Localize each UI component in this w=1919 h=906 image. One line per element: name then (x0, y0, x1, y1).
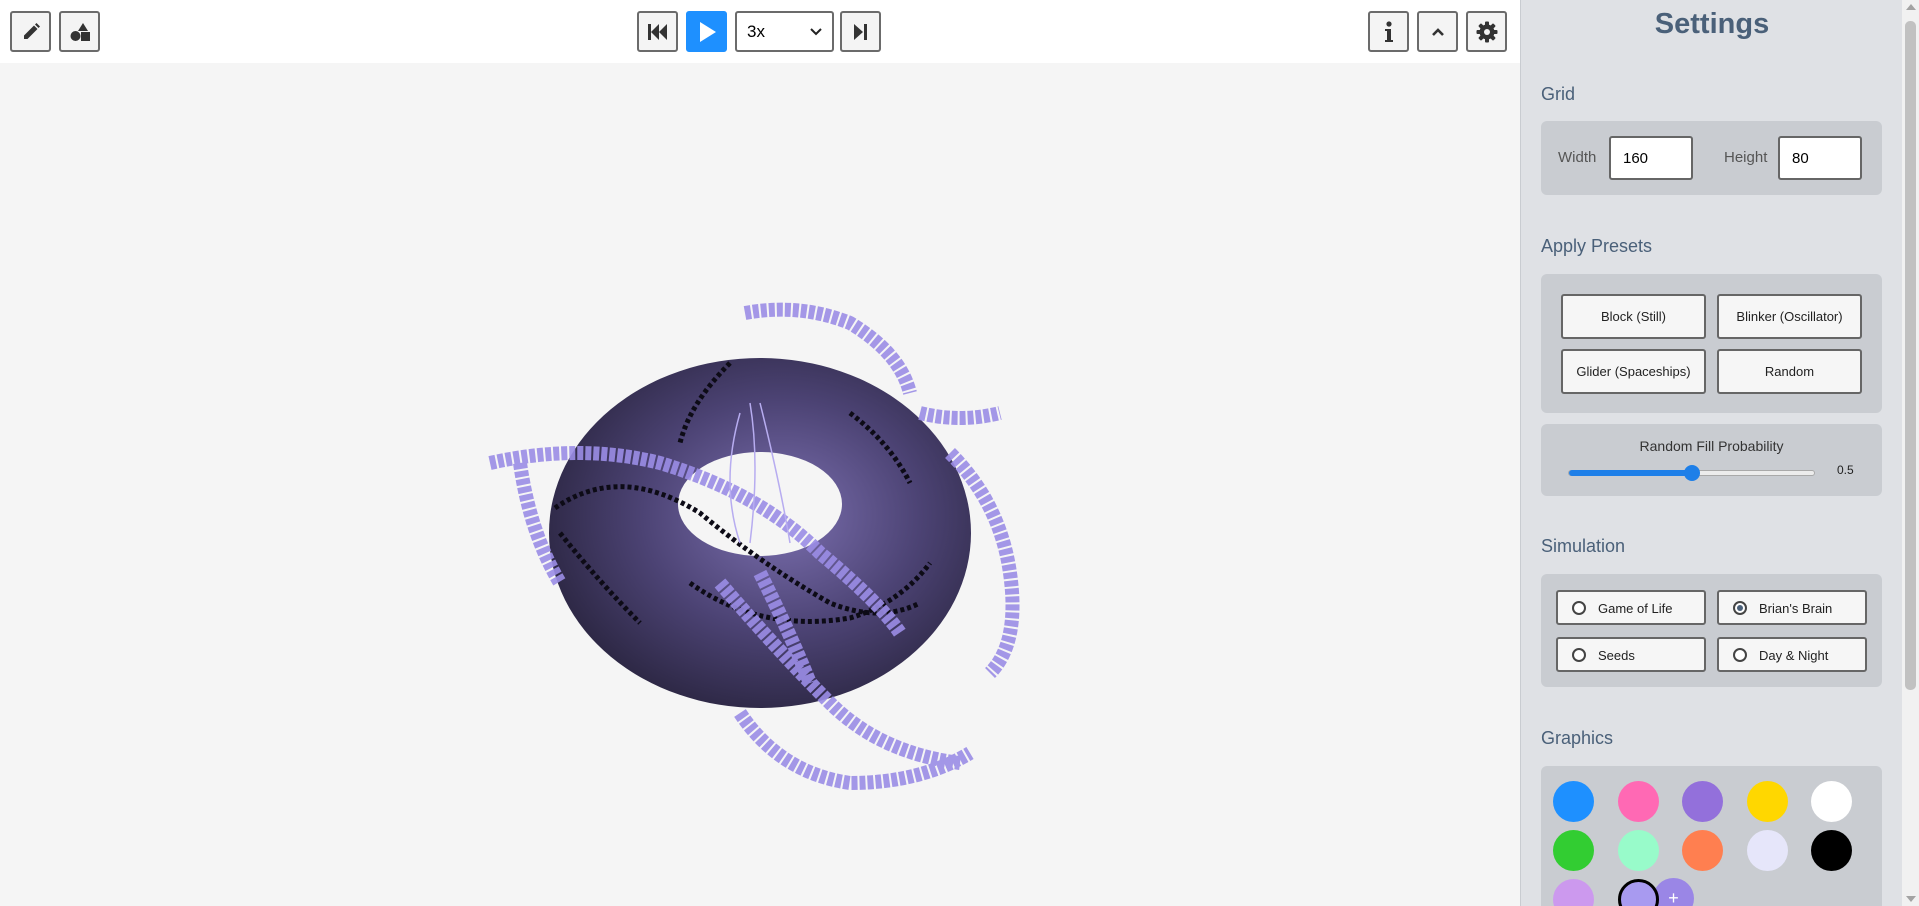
info-icon (1384, 20, 1393, 42)
add-color-button[interactable]: + (1653, 878, 1694, 906)
color-swatch-periwinkle[interactable] (1617, 879, 1659, 906)
presets-card: Block (Still) Blinker (Oscillator) Glide… (1541, 274, 1882, 413)
slider-thumb[interactable] (1683, 465, 1700, 481)
radio-circle (1572, 648, 1586, 662)
preset-glider-button[interactable]: Glider (Spaceships) (1561, 349, 1706, 394)
random-fill-value: 0.5 (1837, 463, 1854, 477)
preset-blinker-button[interactable]: Blinker (Oscillator) (1717, 294, 1862, 339)
top-toolbar: 3x (0, 0, 1520, 63)
reset-button[interactable] (637, 11, 678, 52)
shapes-button[interactable] (59, 11, 100, 52)
speed-value: 3x (747, 21, 765, 41)
chevron-down-icon (810, 27, 822, 35)
pencil-icon (23, 22, 40, 39)
chevron-up-icon (1431, 27, 1444, 36)
color-swatch-blue[interactable] (1553, 781, 1594, 822)
radio-circle (1733, 648, 1747, 662)
torus-scene (488, 302, 1020, 791)
gear-icon (1476, 21, 1497, 42)
panel-title: Settings (1654, 8, 1770, 40)
radio-circle (1572, 601, 1586, 615)
slider-fill (1569, 470, 1692, 476)
presets-section-label: Apply Presets (1541, 236, 1653, 256)
step-forward-icon (853, 23, 867, 40)
sim-option-label: Brian's Brain (1759, 601, 1833, 616)
height-label: Height (1724, 149, 1768, 166)
app-root: 3x Settings Grid Width 160 Height 80 App… (0, 0, 1919, 906)
draw-button[interactable] (10, 11, 51, 52)
settings-button[interactable] (1466, 11, 1507, 52)
preset-block-button[interactable]: Block (Still) (1561, 294, 1706, 339)
step-button[interactable] (840, 11, 881, 52)
color-swatch-lavender[interactable] (1746, 830, 1788, 871)
width-input[interactable] (1609, 136, 1693, 180)
random-fill-card: Random Fill Probability 0.5 (1541, 424, 1882, 496)
panel-scrollbar[interactable] (1902, 0, 1919, 906)
sim-option-day-and-night[interactable]: Day & Night (1717, 637, 1867, 672)
simulation-section-label: Simulation (1541, 536, 1626, 556)
scroll-up-arrow[interactable] (1906, 4, 1916, 10)
color-swatch-pink[interactable] (1617, 781, 1659, 822)
grid-section-label: Grid (1541, 84, 1576, 104)
color-swatch-mint[interactable] (1617, 830, 1659, 871)
width-label: Width (1558, 149, 1597, 166)
color-swatch-purple[interactable] (1682, 781, 1723, 822)
scroll-thumb[interactable] (1905, 21, 1916, 690)
sim-option-seeds[interactable]: Seeds (1556, 637, 1706, 672)
graphics-card: + (1541, 766, 1882, 906)
simulation-viewport[interactable] (0, 63, 1520, 906)
color-swatch-white[interactable] (1811, 781, 1852, 822)
color-swatch-green[interactable] (1553, 830, 1594, 871)
color-swatch-lilac[interactable] (1553, 879, 1594, 906)
torus-body (549, 358, 971, 708)
color-swatch-coral[interactable] (1682, 830, 1723, 871)
color-swatch-black[interactable] (1811, 830, 1852, 871)
radio-circle (1733, 601, 1747, 615)
simulation-card: Game of Life Brian's Brain Seeds Day & N… (1541, 574, 1882, 687)
graphics-section-label: Graphics (1541, 728, 1614, 748)
skip-back-icon (647, 23, 667, 40)
sim-option-brians-brain[interactable]: Brian's Brain (1717, 590, 1867, 625)
settings-panel: Settings Grid Width Height Apply Presets… (1520, 0, 1902, 906)
speed-select[interactable]: 3x (735, 11, 834, 52)
sim-option-game-of-life[interactable]: Game of Life (1556, 590, 1706, 625)
scroll-down-arrow[interactable] (1906, 896, 1916, 902)
sim-option-label: Game of Life (1598, 601, 1673, 616)
play-icon (699, 21, 716, 42)
grid-card: Width Height (1541, 121, 1882, 195)
color-swatch-gold[interactable] (1746, 781, 1788, 822)
shapes-icon (70, 22, 90, 41)
random-fill-label: Random Fill Probability (1639, 438, 1784, 454)
info-button[interactable] (1368, 11, 1409, 52)
preset-random-button[interactable]: Random (1717, 349, 1862, 394)
height-input[interactable] (1778, 136, 1862, 180)
collapse-button[interactable] (1417, 11, 1458, 52)
play-button[interactable] (686, 11, 727, 52)
random-fill-slider[interactable] (1568, 465, 1815, 481)
sim-option-label: Seeds (1598, 648, 1635, 663)
sim-option-label: Day & Night (1759, 648, 1829, 663)
